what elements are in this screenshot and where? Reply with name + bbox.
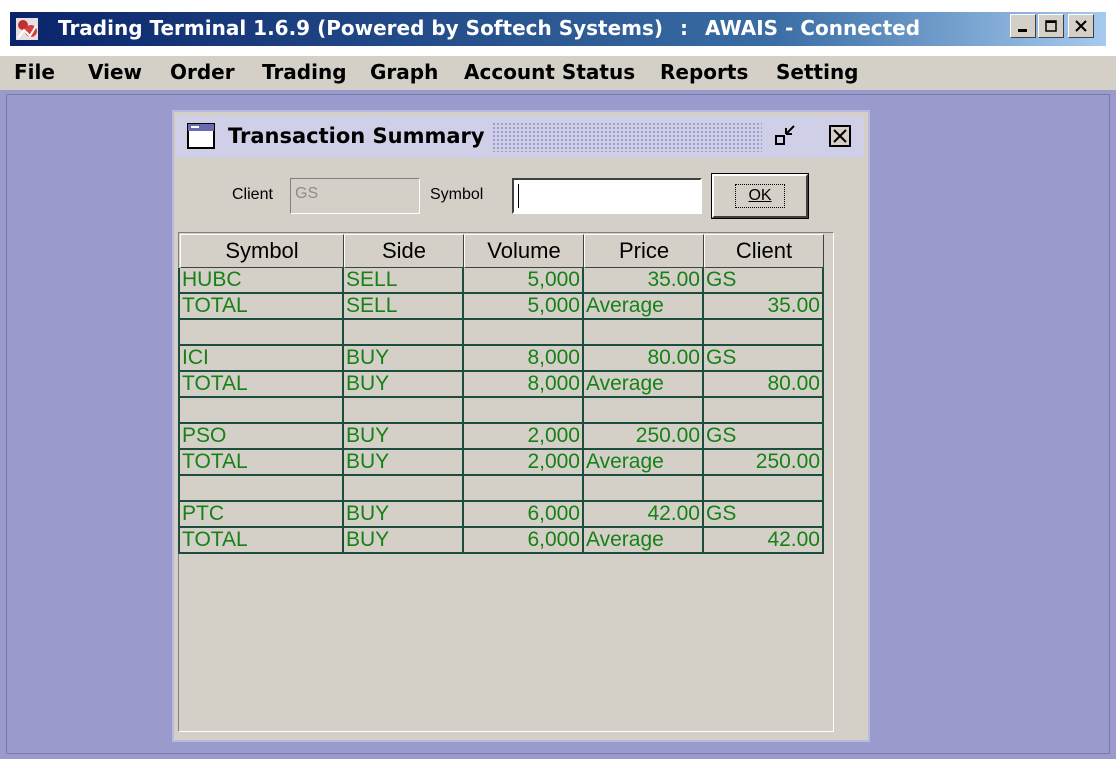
table-cell-client[interactable]: GS bbox=[704, 268, 824, 294]
close-frame-icon[interactable] bbox=[828, 124, 852, 148]
table-cell-symbol[interactable]: TOTAL bbox=[180, 372, 344, 398]
table-cell-side[interactable]: BUY bbox=[344, 424, 464, 450]
table-cell-volume[interactable]: 5,000 bbox=[464, 294, 584, 320]
maximize-icon bbox=[1045, 20, 1057, 32]
table-cell-symbol[interactable]: TOTAL bbox=[180, 294, 344, 320]
table-cell-side[interactable] bbox=[344, 320, 464, 346]
table-cell-volume[interactable] bbox=[464, 398, 584, 424]
maximize-button[interactable] bbox=[1038, 14, 1064, 38]
table-cell-client[interactable]: 80.00 bbox=[704, 372, 824, 398]
column-header-symbol[interactable]: Symbol bbox=[180, 234, 344, 268]
column-header-volume[interactable]: Volume bbox=[464, 234, 584, 268]
table-cell-client[interactable]: GS bbox=[704, 502, 824, 528]
table-cell-price[interactable]: Average bbox=[584, 528, 704, 554]
window-title: Trading Terminal 1.6.9 (Powered by Softe… bbox=[58, 16, 920, 40]
table-cell-side[interactable]: BUY bbox=[344, 502, 464, 528]
table-cell-side[interactable] bbox=[344, 476, 464, 502]
table-cell-symbol[interactable]: PTC bbox=[180, 502, 344, 528]
table-cell-side[interactable] bbox=[344, 398, 464, 424]
table-cell-volume[interactable]: 2,000 bbox=[464, 424, 584, 450]
menu-reports[interactable]: Reports bbox=[660, 60, 748, 84]
table-cell-client[interactable]: GS bbox=[704, 424, 824, 450]
client-field[interactable]: GS bbox=[290, 178, 420, 214]
menu-setting[interactable]: Setting bbox=[776, 60, 859, 84]
client-label: Client bbox=[232, 186, 273, 203]
table-cell-price[interactable]: 250.00 bbox=[584, 424, 704, 450]
table-cell-symbol[interactable]: ICI bbox=[180, 346, 344, 372]
table-cell-volume[interactable] bbox=[464, 476, 584, 502]
restore-frame-icon[interactable] bbox=[772, 122, 802, 150]
table-cell-symbol[interactable] bbox=[180, 476, 344, 502]
symbol-input[interactable] bbox=[512, 178, 702, 214]
table-cell-symbol[interactable]: HUBC bbox=[180, 268, 344, 294]
table-cell-symbol[interactable]: TOTAL bbox=[180, 450, 344, 476]
menu-order[interactable]: Order bbox=[170, 60, 235, 84]
menu-trading[interactable]: Trading bbox=[262, 60, 347, 84]
frame-title-texture bbox=[492, 122, 762, 152]
close-button[interactable] bbox=[1068, 14, 1094, 38]
ok-button[interactable]: OK bbox=[711, 173, 809, 219]
table-cell-side[interactable]: BUY bbox=[344, 372, 464, 398]
column-header-price[interactable]: Price bbox=[584, 234, 704, 268]
window-title-separator: : bbox=[680, 16, 689, 40]
table-cell-client[interactable] bbox=[704, 476, 824, 502]
table-cell-symbol[interactable]: PSO bbox=[180, 424, 344, 450]
column-header-client[interactable]: Client bbox=[704, 234, 824, 268]
table-cell-volume[interactable]: 2,000 bbox=[464, 450, 584, 476]
table-cell-side[interactable]: SELL bbox=[344, 268, 464, 294]
table-cell-price[interactable]: 42.00 bbox=[584, 502, 704, 528]
table-cell-side[interactable]: SELL bbox=[344, 294, 464, 320]
minimize-icon bbox=[1018, 29, 1027, 32]
table-cell-price[interactable] bbox=[584, 320, 704, 346]
table-cell-client[interactable]: 42.00 bbox=[704, 528, 824, 554]
table-cell-volume[interactable]: 5,000 bbox=[464, 268, 584, 294]
table-cell-symbol[interactable] bbox=[180, 320, 344, 346]
table-cell-volume[interactable]: 6,000 bbox=[464, 502, 584, 528]
grid-left-border bbox=[178, 268, 180, 554]
table-cell-client[interactable] bbox=[704, 320, 824, 346]
close-icon bbox=[1075, 20, 1087, 32]
table-cell-volume[interactable]: 8,000 bbox=[464, 346, 584, 372]
menu-graph[interactable]: Graph bbox=[370, 60, 438, 84]
menu-view[interactable]: View bbox=[88, 60, 142, 84]
column-header-side[interactable]: Side bbox=[344, 234, 464, 268]
table-cell-price[interactable] bbox=[584, 476, 704, 502]
table-cell-symbol[interactable]: TOTAL bbox=[180, 528, 344, 554]
table-cell-side[interactable]: BUY bbox=[344, 450, 464, 476]
menu-file[interactable]: File bbox=[14, 60, 55, 84]
table-cell-price[interactable]: 80.00 bbox=[584, 346, 704, 372]
table-cell-side[interactable]: BUY bbox=[344, 346, 464, 372]
window-title-text: Trading Terminal 1.6.9 (Powered by Softe… bbox=[58, 16, 664, 40]
minimize-button[interactable] bbox=[1010, 14, 1036, 38]
table-cell-price[interactable]: Average bbox=[584, 372, 704, 398]
table-cell-price[interactable]: Average bbox=[584, 450, 704, 476]
text-caret bbox=[518, 184, 519, 208]
table-cell-price[interactable]: 35.00 bbox=[584, 268, 704, 294]
table-cell-client[interactable]: GS bbox=[704, 346, 824, 372]
table-cell-volume[interactable] bbox=[464, 320, 584, 346]
connection-status: AWAIS - Connected bbox=[705, 16, 921, 40]
ok-button-label: OK bbox=[735, 184, 785, 208]
frame-title: Transaction Summary bbox=[228, 124, 485, 148]
table-cell-volume[interactable]: 6,000 bbox=[464, 528, 584, 554]
table-cell-client[interactable]: 250.00 bbox=[704, 450, 824, 476]
table-cell-client[interactable]: 35.00 bbox=[704, 294, 824, 320]
table-cell-client[interactable] bbox=[704, 398, 824, 424]
menu-account-status[interactable]: Account Status bbox=[464, 60, 635, 84]
table-cell-price[interactable] bbox=[584, 398, 704, 424]
app-logo-icon bbox=[16, 18, 38, 40]
table-cell-side[interactable]: BUY bbox=[344, 528, 464, 554]
symbol-label: Symbol bbox=[430, 186, 484, 203]
window-icon bbox=[187, 123, 215, 149]
table-cell-symbol[interactable] bbox=[180, 398, 344, 424]
table-cell-volume[interactable]: 8,000 bbox=[464, 372, 584, 398]
table-cell-price[interactable]: Average bbox=[584, 294, 704, 320]
